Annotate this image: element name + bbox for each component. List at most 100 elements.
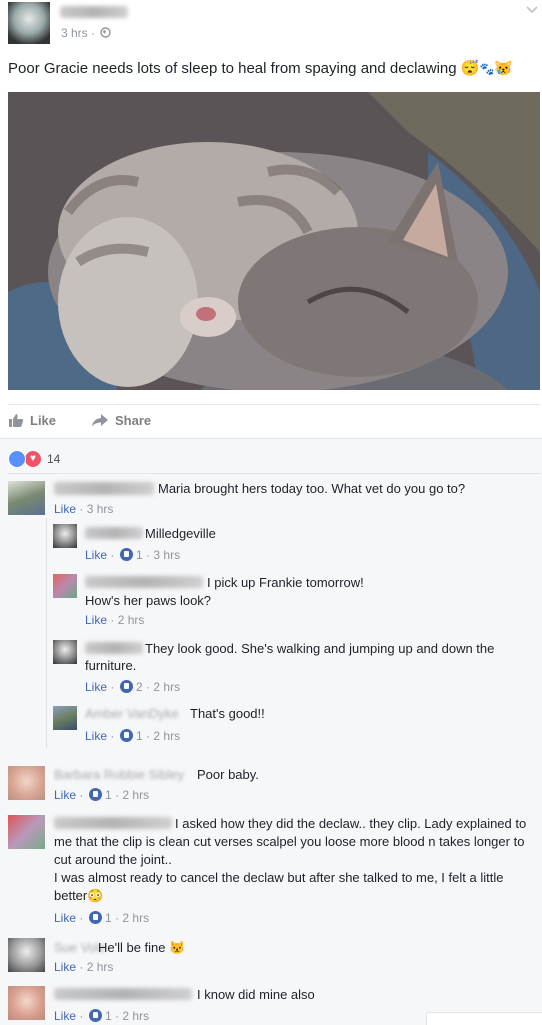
comment-text: furniture. xyxy=(85,658,137,673)
post-text: Poor Gracie needs lots of sleep to heal … xyxy=(8,60,457,77)
like-reaction-icon xyxy=(119,548,133,561)
commenter-avatar[interactable] xyxy=(8,815,45,849)
commenter-avatar[interactable] xyxy=(53,706,77,730)
comment-meta: Like · 1 · 2 hrs xyxy=(85,729,181,743)
separator: · xyxy=(91,26,95,40)
comment-reaction-count[interactable]: 1 xyxy=(136,729,143,743)
comment-text: They look good. She's walking and jumpin… xyxy=(145,641,495,656)
comment-like-link[interactable]: Like xyxy=(54,502,76,516)
commenter-avatar[interactable] xyxy=(8,481,45,515)
comment-text: me that the clip is clean cut verses sca… xyxy=(54,834,525,849)
commenter-name[interactable] xyxy=(85,642,143,654)
reaction-summary[interactable]: ♥ 14 xyxy=(8,450,60,468)
like-reaction-icon xyxy=(8,450,26,468)
comment-like-link[interactable]: Like xyxy=(85,729,107,743)
comment-reaction-count[interactable]: 1 xyxy=(105,911,112,925)
like-reaction-icon xyxy=(88,911,102,924)
comment-text: I was almost ready to cancel the declaw … xyxy=(54,870,504,885)
comment-text: I know did mine also xyxy=(197,987,315,1002)
comment-text: cut around the joint.. xyxy=(54,852,172,867)
comment-reaction-count[interactable]: 1 xyxy=(105,1009,112,1023)
post-text-line: Poor Gracie needs lots of sleep to heal … xyxy=(8,59,513,79)
comment-meta: Like · 3 hrs xyxy=(54,502,114,516)
comment-text: Maria brought hers today too. What vet d… xyxy=(158,481,466,496)
thumbs-up-icon xyxy=(9,413,24,427)
comment-reaction-count[interactable]: 1 xyxy=(105,788,112,802)
scroll-fade-box xyxy=(426,1012,542,1025)
love-reaction-icon: ♥ xyxy=(24,450,42,468)
like-label: Like xyxy=(30,412,57,428)
reaction-count: 14 xyxy=(47,452,61,466)
comment-like-link[interactable]: Like xyxy=(85,548,107,562)
commenter-name[interactable]: Barbara Robbie Sibley xyxy=(54,766,184,784)
paws-emoji: 🐾 xyxy=(479,62,495,76)
comment-time[interactable]: 3 hrs xyxy=(153,548,180,562)
comment-like-link[interactable]: Like xyxy=(54,788,76,802)
post-time[interactable]: 3 hrs xyxy=(61,25,88,41)
commenter-name[interactable] xyxy=(85,527,143,539)
comment-meta: Like · 2 hrs xyxy=(54,960,114,974)
flushed-emoji: 😳 xyxy=(87,888,104,903)
like-reaction-icon xyxy=(88,1009,102,1022)
comment-text-last: better😳 xyxy=(54,888,104,903)
like-button[interactable]: Like xyxy=(8,410,56,430)
commenter-name[interactable] xyxy=(85,576,203,588)
comment-time[interactable]: 2 hrs xyxy=(153,680,180,694)
comment-time[interactable]: 2 hrs xyxy=(153,729,180,743)
comment-reaction-count[interactable]: 1 xyxy=(136,548,143,562)
poster-avatar[interactable] xyxy=(8,2,50,44)
commenter-name[interactable] xyxy=(54,817,172,829)
comment-time[interactable]: 2 hrs xyxy=(122,1009,149,1023)
commenter-avatar[interactable] xyxy=(8,938,45,972)
comment-like-link[interactable]: Like xyxy=(85,680,107,694)
comment-text: I pick up Frankie tomorrow! xyxy=(207,575,364,590)
comment-text: How's her paws look? xyxy=(85,593,212,608)
comment-meta: Like · 1 · 2 hrs xyxy=(54,911,150,925)
comments-pane xyxy=(0,438,542,1025)
like-reaction-icon xyxy=(88,788,102,801)
divider xyxy=(8,473,540,474)
comment-meta: Like · 2 · 2 hrs xyxy=(85,680,181,694)
comment-text: Milledgeville xyxy=(145,526,216,541)
sleeping-emoji: 😴 xyxy=(460,60,480,77)
chevron-down-icon[interactable] xyxy=(526,6,538,14)
comment-like-link[interactable]: Like xyxy=(54,960,76,974)
comment-like-link[interactable]: Like xyxy=(54,1009,76,1023)
comment-reaction-count[interactable]: 2 xyxy=(136,680,143,694)
poster-name[interactable] xyxy=(60,6,128,18)
share-arrow-icon xyxy=(92,413,108,426)
comment-time[interactable]: 2 hrs xyxy=(118,613,145,627)
comment-time[interactable]: 2 hrs xyxy=(122,911,149,925)
comment-time[interactable]: 3 hrs xyxy=(87,502,114,516)
comment-text-line: He'll be fine 😾 xyxy=(98,939,185,957)
comment-meta: Like · 2 hrs xyxy=(85,613,145,627)
like-reaction-icon xyxy=(119,680,133,693)
post-photo[interactable] xyxy=(8,92,540,390)
commenter-name[interactable] xyxy=(54,482,154,495)
share-button[interactable]: Share xyxy=(92,410,151,430)
globe-icon xyxy=(100,27,111,38)
commenter-name[interactable]: Amber VanDyke xyxy=(85,705,179,723)
reply-thread-line xyxy=(46,518,47,748)
comment-meta: Like · 1 · 2 hrs xyxy=(54,1009,150,1023)
sleeping-cat-image xyxy=(8,92,540,390)
commenter-avatar[interactable] xyxy=(53,640,77,664)
commenter-name[interactable] xyxy=(54,988,192,1000)
comment-text: That's good!! xyxy=(190,706,265,721)
commenter-avatar[interactable] xyxy=(8,766,45,800)
comment-text: He'll be fine xyxy=(98,940,166,955)
commenter-avatar[interactable] xyxy=(53,574,77,598)
share-label: Share xyxy=(115,412,152,428)
like-reaction-icon xyxy=(119,729,133,742)
comment-meta: Like · 1 · 3 hrs xyxy=(85,548,181,562)
commenter-avatar[interactable] xyxy=(53,524,77,548)
commenter-avatar[interactable] xyxy=(8,986,45,1020)
comment-time[interactable]: 2 hrs xyxy=(122,788,149,802)
comment-meta: Like · 1 · 2 hrs xyxy=(54,788,150,802)
comment-time[interactable]: 2 hrs xyxy=(87,960,114,974)
pouting-cat-emoji: 😾 xyxy=(169,940,186,955)
comment-like-link[interactable]: Like xyxy=(54,911,76,925)
comment-text: Poor baby. xyxy=(197,767,259,782)
comment-text: I asked how they did the declaw.. they c… xyxy=(175,816,527,831)
comment-like-link[interactable]: Like xyxy=(85,613,107,627)
